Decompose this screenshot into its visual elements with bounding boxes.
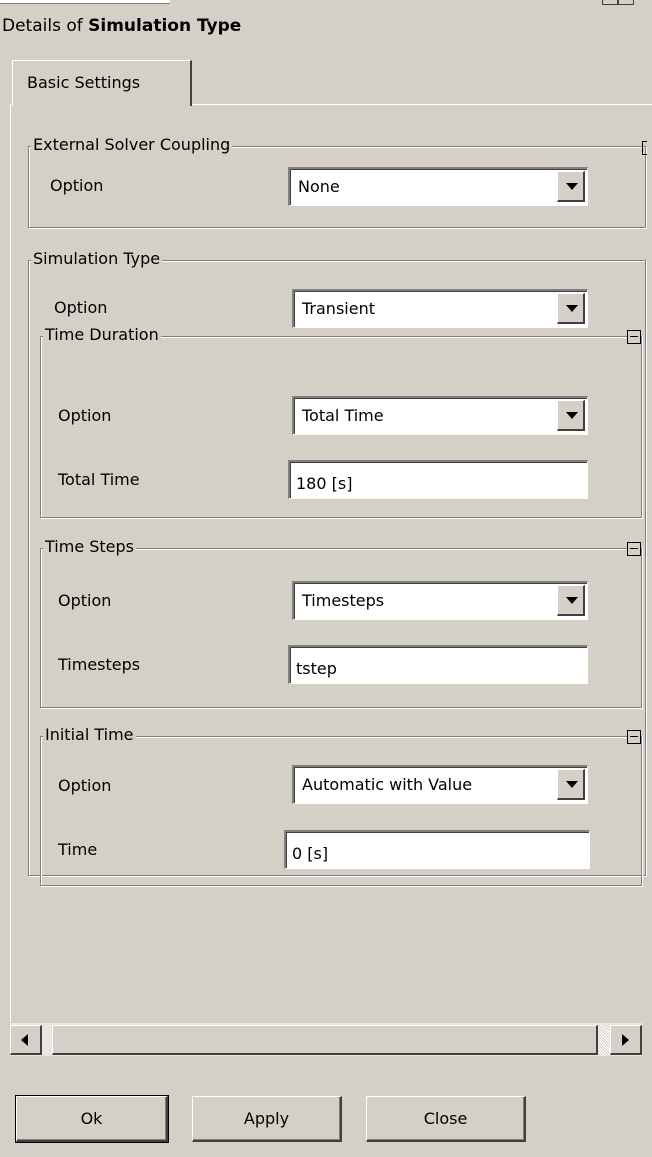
header-title: Simulation Type <box>88 16 242 36</box>
option-label: Option <box>54 298 108 317</box>
group-title: Simulation Type <box>31 249 163 268</box>
external-solver-option-select[interactable]: None <box>288 167 588 206</box>
header-prefix: Details of <box>2 16 83 36</box>
select-value: Transient <box>302 299 375 318</box>
dropdown-button[interactable] <box>557 769 585 800</box>
chevron-down-icon <box>566 597 578 604</box>
dropdown-button[interactable] <box>557 585 585 616</box>
initial-time-input[interactable] <box>284 830 590 869</box>
collapse-minus-icon[interactable] <box>627 330 641 344</box>
collapse-minus-icon[interactable] <box>627 542 641 556</box>
horizontal-scrollbar[interactable] <box>10 1022 642 1056</box>
total-time-input[interactable] <box>288 460 588 499</box>
apply-button[interactable]: Apply <box>192 1096 342 1142</box>
dropdown-button[interactable] <box>557 171 585 202</box>
scrollbar-thumb[interactable] <box>52 1025 598 1055</box>
content-border <box>10 104 11 1024</box>
select-value: Automatic with Value <box>302 775 473 794</box>
chevron-down-icon <box>566 305 578 312</box>
group-title: Initial Time <box>43 725 136 744</box>
ok-button[interactable]: Ok <box>15 1095 169 1143</box>
arrow-right-icon <box>622 1034 629 1046</box>
simulation-type-option-select[interactable]: Transient <box>292 289 588 328</box>
top-partial-button <box>602 0 618 5</box>
initial-time-option-select[interactable]: Automatic with Value <box>292 765 588 804</box>
dropdown-button[interactable] <box>557 293 585 324</box>
collapse-minus-icon[interactable] <box>627 730 641 744</box>
time-steps-option-select[interactable]: Timesteps <box>292 581 588 620</box>
group-time-steps: Time Steps <box>40 537 642 708</box>
timesteps-label: Timesteps <box>58 655 141 674</box>
option-label: Option <box>58 776 112 795</box>
panel-header: Details of Simulation Type <box>2 16 241 36</box>
tab-label: Basic Settings <box>27 73 141 92</box>
chevron-down-icon <box>566 412 578 419</box>
group-title: Time Duration <box>43 325 161 344</box>
select-value: Timesteps <box>302 591 385 610</box>
time-duration-option-select[interactable]: Total Time <box>292 396 588 435</box>
group-title: External Solver Coupling <box>31 135 233 154</box>
total-time-label: Total Time <box>58 470 140 489</box>
top-partial-field <box>0 0 170 4</box>
timesteps-input[interactable] <box>288 645 588 684</box>
close-button[interactable]: Close <box>366 1096 526 1142</box>
option-label: Option <box>58 406 112 425</box>
dropdown-button[interactable] <box>557 400 585 431</box>
top-partial-button <box>618 0 634 5</box>
chevron-down-icon <box>566 183 578 190</box>
scroll-left-button[interactable] <box>10 1025 42 1055</box>
select-value: Total Time <box>302 406 384 425</box>
scrollbar-track[interactable] <box>598 1025 610 1055</box>
option-label: Option <box>50 176 104 195</box>
time-label: Time <box>58 840 98 859</box>
group-title: Time Steps <box>43 537 137 556</box>
tab-basic-settings[interactable]: Basic Settings <box>12 60 192 106</box>
option-label: Option <box>58 591 112 610</box>
arrow-left-icon <box>21 1034 28 1046</box>
chevron-down-icon <box>566 781 578 788</box>
scroll-right-button[interactable] <box>610 1025 642 1055</box>
bracket-icon <box>642 141 647 155</box>
select-value: None <box>298 177 340 196</box>
tab-divider <box>192 104 652 105</box>
